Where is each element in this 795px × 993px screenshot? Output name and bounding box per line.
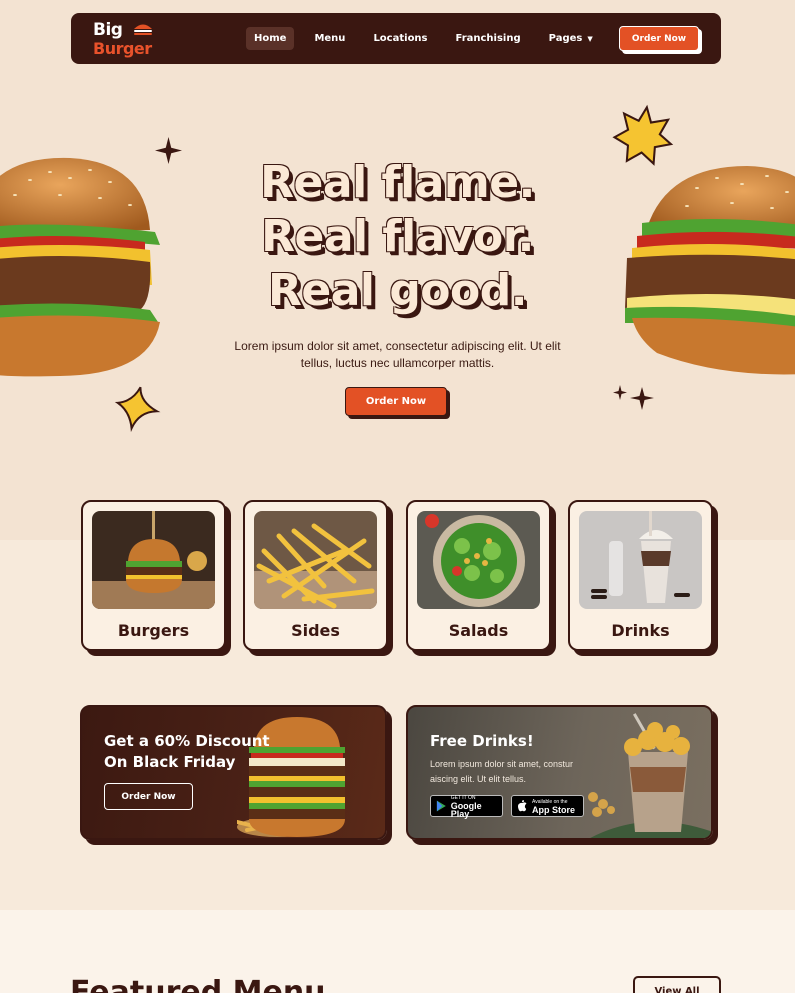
- hero-subtitle: Lorem ipsum dolor sit amet, consectetur …: [234, 339, 561, 370]
- sparkles-icon: [613, 385, 654, 410]
- burger-logo-icon: [134, 24, 152, 35]
- promo-drinks-text: Lorem ipsum dolor sit amet, constur aisc…: [430, 759, 574, 784]
- category-card-burgers[interactable]: Burgers: [81, 500, 226, 651]
- category-label: Drinks: [611, 621, 670, 640]
- hero-title-line-1: Real flame.: [260, 157, 535, 208]
- category-label: Burgers: [117, 621, 190, 640]
- google-play-text: GET IT ON Google Play: [450, 794, 497, 819]
- logo-text-big: Big: [93, 20, 123, 40]
- burger-photo: [92, 511, 215, 609]
- promo-drinks-title: Free Drinks!: [430, 732, 534, 750]
- view-all-button[interactable]: View All: [633, 976, 721, 993]
- nav-link-franchising[interactable]: Franchising: [448, 27, 529, 50]
- google-play-icon: [436, 800, 446, 812]
- fries-photo: [254, 511, 377, 609]
- chevron-down-icon: ▼: [587, 35, 593, 43]
- hero-title: Real flame. Real flavor. Real good.: [0, 156, 795, 318]
- nav-link-locations[interactable]: Locations: [365, 27, 435, 50]
- google-play-badge[interactable]: GET IT ON Google Play: [430, 794, 503, 819]
- brand-logo[interactable]: Big Burger: [93, 19, 157, 59]
- category-card-sides[interactable]: Sides: [243, 500, 388, 651]
- top-nav: Big Burger Home Menu Locations Franchisi…: [71, 13, 721, 64]
- category-card-drinks[interactable]: Drinks: [568, 500, 713, 651]
- hero-title-line-2: Real flavor.: [261, 211, 534, 262]
- logo-text-burger: Burger: [93, 39, 152, 58]
- promo-card-drinks: Free Drinks! Lorem ipsum dolor sit amet,…: [406, 705, 713, 840]
- category-label: Salads: [448, 621, 509, 640]
- salad-photo: [417, 511, 540, 609]
- promo-discount-title: Get a 60% Discount On Black Friday: [104, 732, 270, 771]
- apple-icon: [517, 800, 527, 812]
- featured-menu-title: Featured Menu: [70, 975, 326, 993]
- app-store-badge[interactable]: Available on the App Store: [511, 795, 584, 817]
- app-store-text: Available on the App Store: [532, 798, 576, 815]
- hero-order-button[interactable]: Order Now: [345, 387, 447, 416]
- nav-link-pages[interactable]: Pages ▼: [541, 27, 601, 50]
- promo-card-discount: Get a 60% Discount On Black Friday Order…: [80, 705, 387, 840]
- nav-links: Home Menu Locations Franchising Pages ▼: [246, 27, 613, 50]
- google-play-name: Google Play: [450, 801, 482, 819]
- nav-link-pages-label: Pages: [548, 33, 583, 44]
- nav-order-button[interactable]: Order Now: [619, 26, 699, 51]
- hero-title-line-3: Real good.: [268, 265, 527, 316]
- app-store-name: App Store: [532, 805, 576, 815]
- milkshake-photo: [579, 511, 702, 609]
- nav-link-home[interactable]: Home: [246, 27, 295, 50]
- promo-order-button[interactable]: Order Now: [104, 783, 193, 810]
- nav-link-menu[interactable]: Menu: [306, 27, 353, 50]
- category-card-salads[interactable]: Salads: [406, 500, 551, 651]
- category-label: Sides: [291, 621, 340, 640]
- star-icon: [114, 386, 161, 432]
